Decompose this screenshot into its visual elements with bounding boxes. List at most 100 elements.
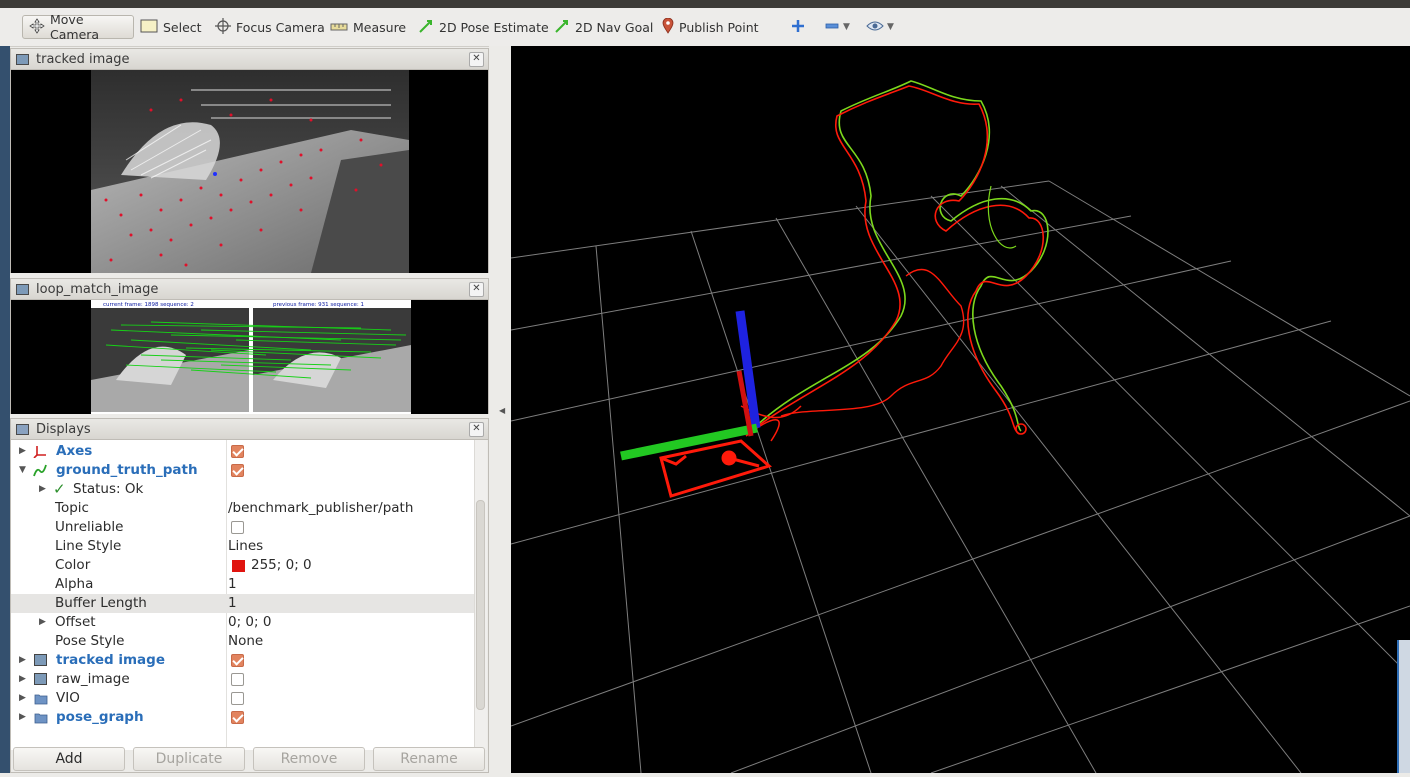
tracked-image-checkbox[interactable]: [231, 654, 244, 667]
render-view-3d[interactable]: [510, 46, 1410, 774]
property-row-line-style[interactable]: Line Style Lines: [11, 537, 477, 556]
measure-label: Measure: [353, 19, 407, 35]
publish-point-tool[interactable]: Publish Point: [658, 15, 763, 39]
property-row-buffer-length[interactable]: Buffer Length 1: [11, 594, 477, 613]
color-value[interactable]: 255; 0; 0: [251, 556, 312, 575]
axes-icon: [33, 445, 46, 459]
expand-arrow-icon[interactable]: ▶: [19, 689, 26, 708]
remove-tool-button[interactable]: ▼: [820, 15, 854, 39]
monitor-icon: [16, 423, 29, 435]
loop-match-image: current frame: 1898 sequence: 2 previous…: [91, 300, 411, 414]
property-row-color[interactable]: Color 255; 0; 0: [11, 556, 477, 575]
loop-left-caption: current frame: 1898 sequence: 2: [103, 302, 194, 308]
axes-marker: [620, 310, 761, 461]
property-row-pose-style[interactable]: Pose Style None: [11, 632, 477, 651]
pose-style-value[interactable]: None: [228, 632, 263, 651]
toolbar: Move Camera Select Focus Camera Measure …: [0, 8, 1410, 47]
unreliable-checkbox[interactable]: [231, 521, 244, 534]
color-swatch[interactable]: [232, 560, 245, 572]
green-arrow-icon: [418, 18, 434, 37]
chevron-down-icon: ▼: [887, 22, 894, 32]
expand-arrow-icon[interactable]: ▶: [19, 651, 26, 670]
ground-grid: [510, 180, 1410, 774]
pose-graph-checkbox[interactable]: [231, 711, 244, 724]
display-row-vio[interactable]: ▶ VIO: [11, 689, 477, 708]
tracked-image-view: [11, 70, 488, 273]
folder-icon: [34, 692, 48, 705]
buffer-length-value[interactable]: 1: [228, 594, 237, 613]
panel-header: loop_match_image ✕: [11, 279, 488, 300]
property-label: Offset: [55, 614, 96, 630]
rename-button[interactable]: Rename: [373, 747, 485, 771]
panel-header: tracked image ✕: [11, 49, 488, 70]
measure-tool[interactable]: Measure: [326, 15, 410, 39]
close-icon[interactable]: ✕: [469, 422, 484, 437]
expand-arrow-icon[interactable]: ▶: [19, 442, 26, 461]
focus-camera-label: Focus Camera: [236, 19, 325, 35]
folder-icon: [34, 711, 48, 724]
nav-goal-tool[interactable]: 2D Nav Goal: [550, 15, 657, 39]
remove-button[interactable]: Remove: [253, 747, 365, 771]
close-icon[interactable]: ✕: [469, 52, 484, 67]
display-row-tracked-image[interactable]: ▶ tracked image: [11, 651, 477, 670]
eye-icon: [866, 20, 884, 35]
camera-frustum: [659, 439, 772, 498]
topic-value[interactable]: /benchmark_publisher/path: [228, 499, 413, 518]
select-box-icon: [140, 19, 158, 36]
scrollbar-thumb[interactable]: [476, 500, 485, 710]
axes-checkbox[interactable]: [231, 445, 244, 458]
property-row-alpha[interactable]: Alpha 1: [11, 575, 477, 594]
move-camera-icon: [29, 17, 45, 37]
checkmark-icon: ✓: [53, 480, 66, 498]
scene-canvas[interactable]: [510, 46, 1410, 774]
crosshair-icon: [215, 17, 231, 37]
display-row-raw-image[interactable]: ▶ raw_image: [11, 670, 477, 689]
alpha-value[interactable]: 1: [228, 575, 237, 594]
focus-camera-tool[interactable]: Focus Camera: [211, 15, 329, 39]
raw-image-checkbox[interactable]: [231, 673, 244, 686]
desktop-launcher-strip: [0, 46, 10, 773]
pose-estimate-tool[interactable]: 2D Pose Estimate: [414, 15, 553, 39]
image-icon: [34, 654, 47, 666]
panel-splitter[interactable]: ◀: [489, 46, 511, 773]
offset-value[interactable]: 0; 0; 0: [228, 613, 271, 632]
property-row-unreliable[interactable]: Unreliable: [11, 518, 477, 537]
collapse-arrow-icon[interactable]: ▼: [19, 461, 26, 480]
chevron-down-icon: ▼: [843, 22, 850, 32]
display-label: pose_graph: [56, 709, 144, 725]
nav-goal-label: 2D Nav Goal: [575, 19, 654, 35]
property-row-offset[interactable]: ▶ Offset 0; 0; 0: [11, 613, 477, 632]
expand-arrow-icon[interactable]: ▶: [39, 613, 46, 632]
expand-arrow-icon[interactable]: ▶: [19, 670, 26, 689]
trajectory-paths: [740, 80, 1049, 442]
plus-icon: [790, 18, 806, 37]
map-pin-icon: [662, 17, 674, 37]
collapse-left-icon[interactable]: ◀: [499, 406, 505, 415]
select-tool[interactable]: Select: [136, 15, 206, 39]
property-label: Line Style: [55, 538, 122, 554]
move-camera-tool[interactable]: Move Camera: [22, 12, 134, 42]
display-label: raw_image: [56, 671, 130, 687]
pose-estimate-label: 2D Pose Estimate: [439, 19, 549, 35]
add-button[interactable]: Add: [13, 747, 125, 771]
expand-arrow-icon[interactable]: ▶: [39, 480, 46, 499]
line-style-value[interactable]: Lines: [228, 537, 263, 556]
property-label: Topic: [55, 500, 89, 516]
display-row-pose-graph[interactable]: ▶ pose_graph: [11, 708, 477, 727]
property-row-topic[interactable]: Topic /benchmark_publisher/path: [11, 499, 477, 518]
add-tool-button[interactable]: [786, 15, 810, 39]
display-row-ground-truth-path[interactable]: ▼ ground_truth_path: [11, 461, 477, 480]
select-label: Select: [163, 19, 202, 35]
display-label: tracked image: [56, 652, 165, 668]
displays-scrollbar[interactable]: [474, 440, 487, 750]
ground-truth-path-checkbox[interactable]: [231, 464, 244, 477]
vio-checkbox[interactable]: [231, 692, 244, 705]
expand-arrow-icon[interactable]: ▶: [19, 708, 26, 727]
duplicate-button[interactable]: Duplicate: [133, 747, 245, 771]
panel-title: loop_match_image: [36, 281, 159, 297]
property-row-status[interactable]: ▶ ✓ Status: Ok: [11, 480, 477, 499]
close-icon[interactable]: ✕: [469, 282, 484, 297]
display-row-axes[interactable]: ▶ Axes: [11, 442, 477, 461]
view-options-button[interactable]: ▼: [862, 15, 898, 39]
panel-title: tracked image: [36, 51, 130, 67]
